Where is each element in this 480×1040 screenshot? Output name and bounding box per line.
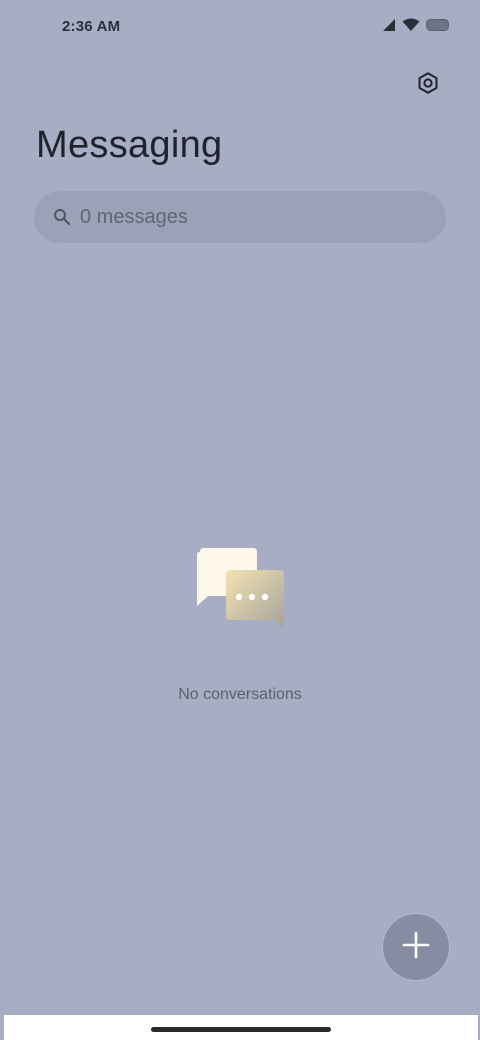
- search-bar[interactable]: 0 messages: [34, 191, 446, 243]
- new-conversation-button[interactable]: [383, 914, 449, 980]
- search-icon: [52, 207, 72, 227]
- navigation-bar: [4, 1015, 478, 1040]
- empty-state-text: No conversations: [178, 686, 302, 703]
- home-gesture-handle[interactable]: [151, 1027, 331, 1032]
- status-bar: 2:36 AM: [0, 0, 480, 56]
- settings-button[interactable]: [410, 67, 446, 103]
- cell-signal-icon: [382, 18, 396, 37]
- search-placeholder: 0 messages: [80, 205, 188, 228]
- status-icons: [382, 18, 450, 37]
- messaging-screen: 2:36 AM Messaging 0 messages No conversa…: [0, 0, 480, 1040]
- status-time: 2:36 AM: [62, 18, 121, 35]
- page-title: Messaging: [36, 124, 223, 166]
- plus-icon: [402, 931, 430, 964]
- battery-icon: [426, 18, 450, 37]
- wifi-icon: [402, 18, 420, 37]
- gear-icon: [416, 71, 440, 100]
- chat-bubbles-icon: [194, 548, 288, 634]
